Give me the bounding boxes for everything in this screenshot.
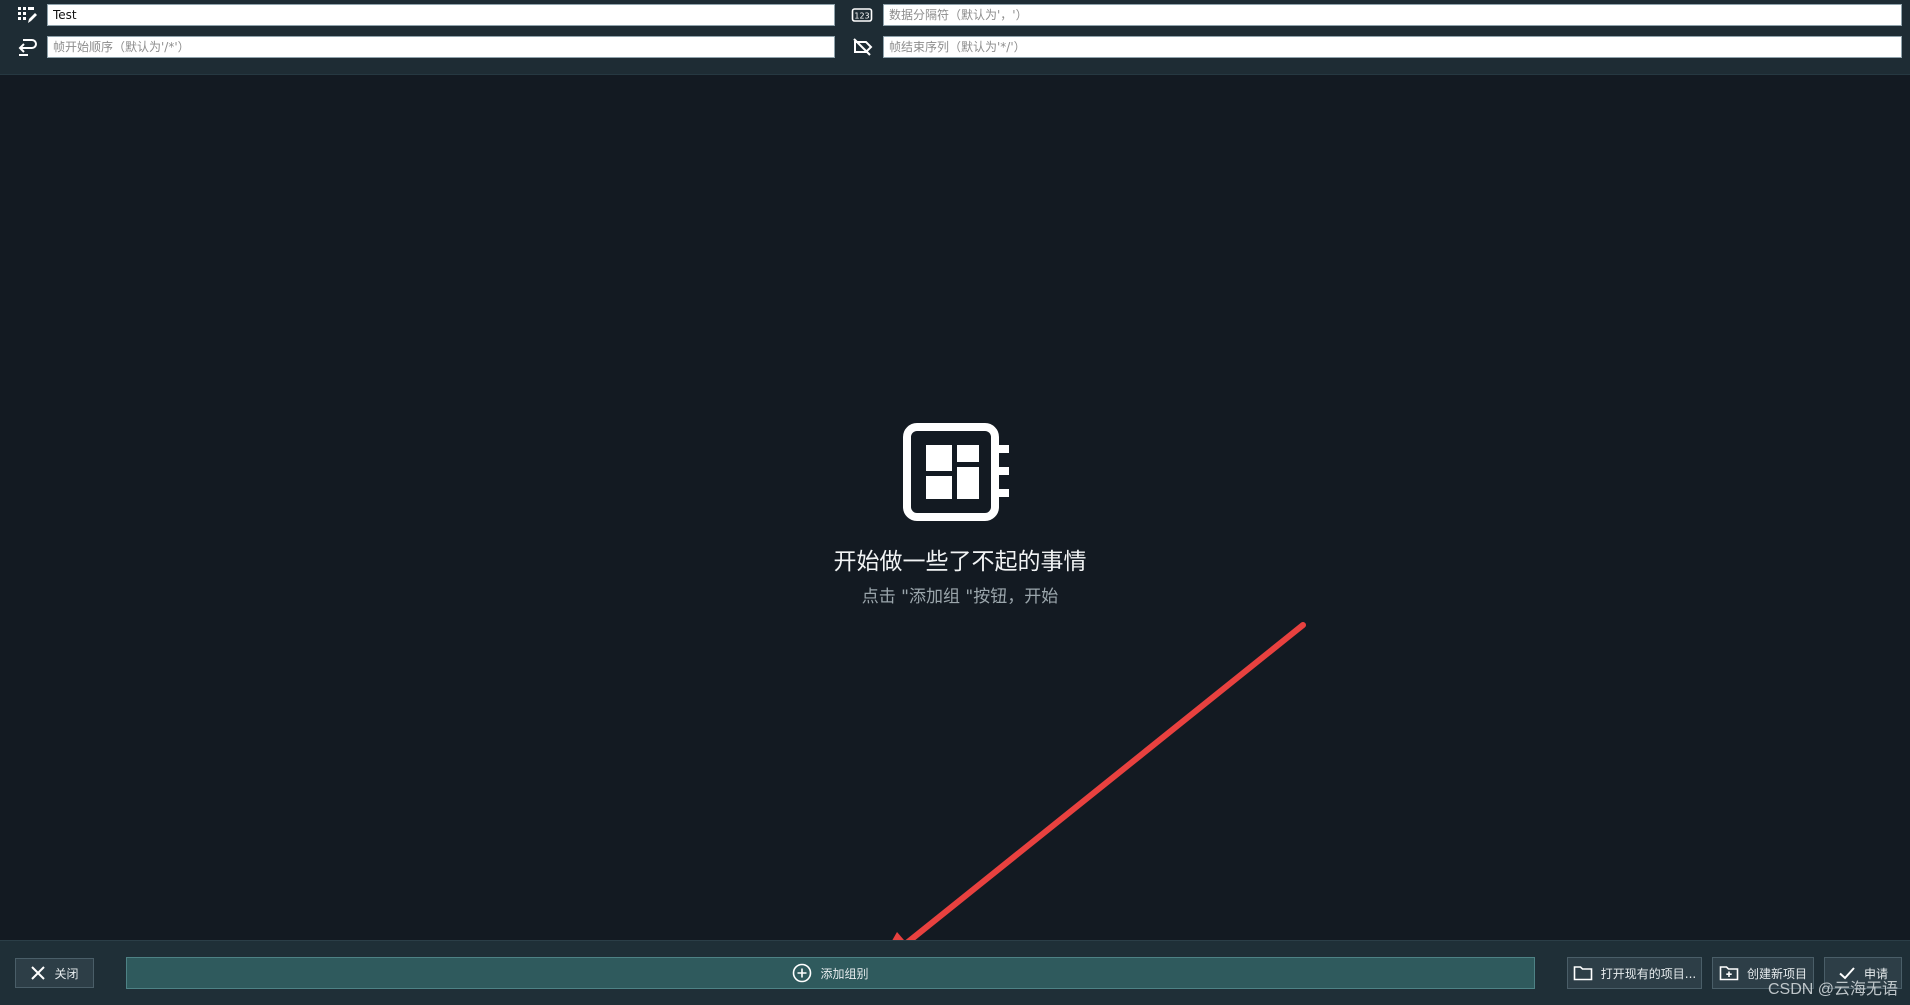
frame-end-input[interactable] xyxy=(883,36,1902,58)
new-folder-icon xyxy=(1719,966,1739,981)
add-circle-icon xyxy=(793,963,812,983)
close-button[interactable]: 关闭 xyxy=(15,958,94,988)
frame-start-input[interactable] xyxy=(47,36,835,58)
open-project-label: 打开现有的项目... xyxy=(1600,966,1697,981)
settings-bar: 123 xyxy=(0,0,1910,75)
add-group-button[interactable]: 添加组别 xyxy=(126,957,1535,989)
open-project-button[interactable]: 打开现有的项目... xyxy=(1567,957,1702,989)
data-separator-input[interactable] xyxy=(883,4,1902,26)
empty-state-subtitle: 点击 "添加组 "按钮，开始 xyxy=(861,587,1059,607)
folder-icon xyxy=(1573,966,1593,981)
dashboard-panel-icon xyxy=(903,423,1013,523)
project-name-input[interactable] xyxy=(47,4,835,26)
close-icon xyxy=(31,966,46,980)
add-group-label: 添加组别 xyxy=(820,966,869,981)
edit-list-icon xyxy=(16,4,38,26)
tag-off-icon xyxy=(851,36,873,58)
app-window: 123 xyxy=(0,0,1910,1005)
watermark-text: CSDN @云海无语 xyxy=(1767,981,1898,998)
footer-bar: 关闭 添加组别 打开现有的项目... 创建新项目 申请 xyxy=(0,940,1910,1005)
empty-state-title: 开始做一些了不起的事情 xyxy=(833,549,1087,575)
number-123-icon: 123 xyxy=(851,4,873,26)
return-arrow-icon xyxy=(16,36,38,58)
close-button-label: 关闭 xyxy=(54,966,79,981)
svg-text:123: 123 xyxy=(854,12,869,21)
